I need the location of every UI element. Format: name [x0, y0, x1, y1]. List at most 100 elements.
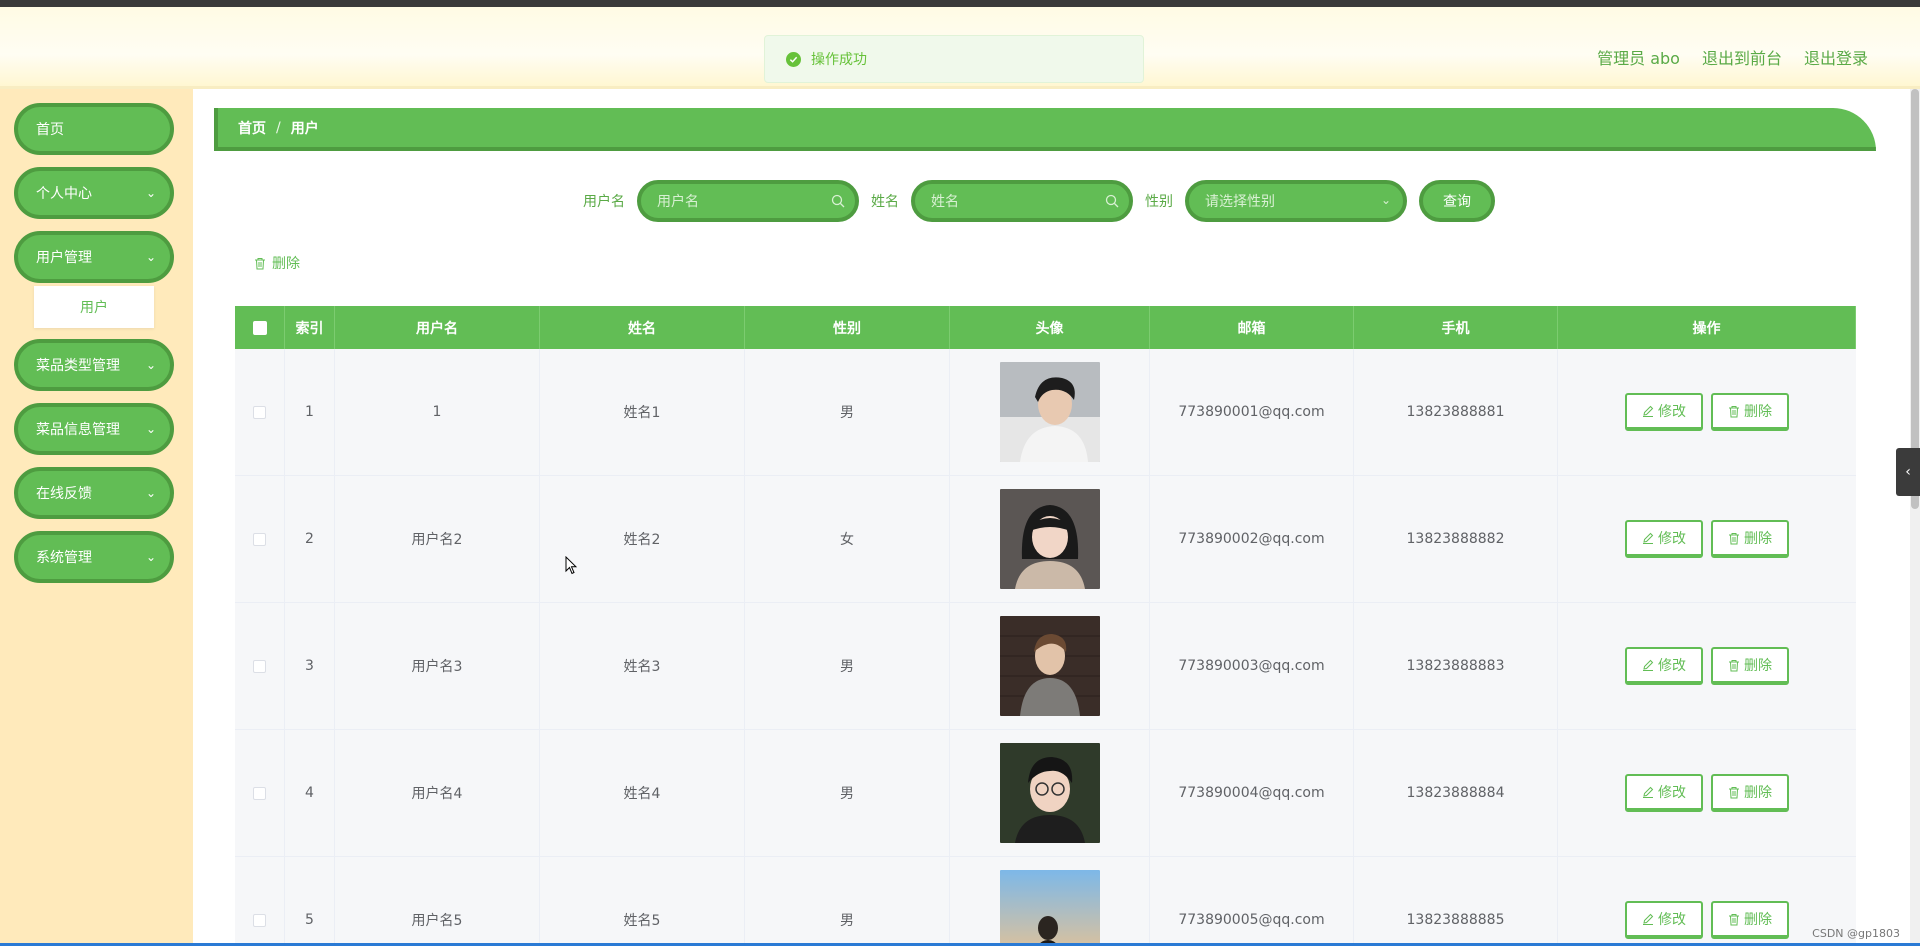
sidebar-item-label: 系统管理: [36, 550, 92, 566]
sidebar-item-label: 菜品类型管理: [36, 358, 120, 374]
edit-icon: [1643, 659, 1654, 671]
cell-actions: 修改 删除: [1558, 476, 1856, 602]
column-header: 头像: [950, 306, 1150, 349]
cell-email: 773890004@qq.com: [1150, 730, 1354, 856]
sidebar-item-label: 个人中心: [36, 186, 92, 202]
sidebar-item-label: 首页: [36, 122, 64, 138]
row-select-cell: [235, 857, 285, 946]
row-checkbox[interactable]: [253, 532, 266, 546]
sidebar-subitem-user[interactable]: 用户: [34, 286, 154, 328]
edit-icon: [1643, 405, 1654, 417]
edit-button[interactable]: 修改: [1625, 901, 1703, 939]
username-search-input[interactable]: 用户名: [637, 180, 859, 222]
column-header: 性别: [745, 306, 950, 349]
table-row: 1 1 姓名1 男 773890001@qq.com 13823888881 修…: [235, 349, 1856, 476]
row-checkbox[interactable]: [253, 405, 266, 419]
delete-button[interactable]: 删除: [1711, 520, 1789, 558]
cell-phone: 13823888885: [1354, 857, 1558, 946]
breadcrumb-home[interactable]: 首页: [238, 118, 266, 138]
admin-user-link[interactable]: 管理员 abo: [1597, 45, 1680, 69]
cell-avatar: [950, 349, 1150, 475]
cell-email: 773890002@qq.com: [1150, 476, 1354, 602]
back-to-frontend-link[interactable]: 退出到前台: [1702, 45, 1782, 69]
row-select-cell: [235, 349, 285, 475]
chevron-down-icon: ⌄: [1380, 193, 1391, 207]
breadcrumb-separator: /: [276, 119, 281, 136]
delete-button[interactable]: 删除: [1711, 393, 1789, 431]
row-checkbox[interactable]: [253, 786, 266, 800]
cell-username: 用户名5: [335, 857, 540, 946]
page-scrollbar[interactable]: [1910, 89, 1920, 946]
row-checkbox[interactable]: [253, 659, 266, 673]
cell-name: 姓名2: [540, 476, 745, 602]
select-all-cell: [235, 306, 285, 349]
edit-button[interactable]: 修改: [1625, 774, 1703, 812]
delete-label: 删除: [1744, 912, 1772, 928]
check-circle-icon: [786, 51, 801, 67]
edit-label: 修改: [1658, 658, 1686, 674]
collapse-panel-tab[interactable]: ‹: [1896, 448, 1920, 496]
delete-button[interactable]: 删除: [1711, 901, 1789, 939]
cell-phone: 13823888882: [1354, 476, 1558, 602]
sidebar-item-dish-info-management[interactable]: 菜品信息管理 ⌄: [14, 403, 174, 455]
mouse-cursor-icon: [565, 556, 577, 575]
cell-avatar: [950, 603, 1150, 729]
avatar: [999, 362, 1100, 462]
cell-avatar: [950, 857, 1150, 946]
cell-actions: 修改 删除: [1558, 349, 1856, 475]
scrollbar-thumb[interactable]: [1911, 89, 1919, 509]
cell-index: 1: [285, 349, 335, 475]
row-select-cell: [235, 730, 285, 856]
search-icon: [831, 194, 845, 208]
column-header: 操作: [1558, 306, 1856, 349]
sidebar-item-online-feedback[interactable]: 在线反馈 ⌄: [14, 467, 174, 519]
avatar: [999, 870, 1100, 946]
cell-name: 姓名4: [540, 730, 745, 856]
delete-button[interactable]: 删除: [1711, 774, 1789, 812]
cell-username: 用户名4: [335, 730, 540, 856]
edit-button[interactable]: 修改: [1625, 393, 1703, 431]
sidebar-item-user-management[interactable]: 用户管理 ⌄: [14, 231, 174, 283]
sidebar-item-system-management[interactable]: 系统管理 ⌄: [14, 531, 174, 583]
username-placeholder: 用户名: [657, 194, 699, 210]
sidebar-item-dish-type-management[interactable]: 菜品类型管理 ⌄: [14, 339, 174, 391]
query-button[interactable]: 查询: [1419, 180, 1495, 222]
column-header: 邮箱: [1150, 306, 1354, 349]
chevron-down-icon: ⌄: [145, 422, 156, 436]
breadcrumb-current: 用户: [290, 120, 319, 137]
cell-email: 773890001@qq.com: [1150, 349, 1354, 475]
row-checkbox[interactable]: [253, 913, 266, 927]
cell-actions: 修改 删除: [1558, 603, 1856, 729]
edit-label: 修改: [1658, 912, 1686, 928]
select-all-checkbox[interactable]: [252, 320, 267, 335]
logout-link[interactable]: 退出登录: [1804, 45, 1868, 69]
cell-gender: 男: [745, 857, 950, 946]
table-row: 5 用户名5 姓名5 男 773890005@qq.com 1382388888…: [235, 857, 1856, 946]
sidebar-item-personal-center[interactable]: 个人中心 ⌄: [14, 167, 174, 219]
trash-icon: [1729, 786, 1739, 798]
batch-delete-button[interactable]: 删除: [254, 253, 300, 273]
delete-button[interactable]: 删除: [1711, 647, 1789, 685]
name-search-input[interactable]: 姓名: [911, 180, 1133, 222]
delete-label: 删除: [1744, 404, 1772, 420]
cell-phone: 13823888881: [1354, 349, 1558, 475]
sidebar: 首页 个人中心 ⌄ 用户管理 ⌄ 用户 菜品类型管理 ⌄ 菜品信息管理 ⌄ 在线…: [0, 89, 193, 946]
edit-icon: [1643, 532, 1654, 544]
cell-index: 5: [285, 857, 335, 946]
cell-index: 3: [285, 603, 335, 729]
cell-phone: 13823888883: [1354, 603, 1558, 729]
table-body: 1 1 姓名1 男 773890001@qq.com 13823888881 修…: [235, 349, 1856, 946]
sidebar-item-home[interactable]: 首页: [14, 103, 174, 155]
search-icon: [1105, 194, 1119, 208]
gender-select[interactable]: 请选择性别 ⌄: [1185, 180, 1407, 222]
cell-username: 用户名2: [335, 476, 540, 602]
cell-email: 773890003@qq.com: [1150, 603, 1354, 729]
column-header: 手机: [1354, 306, 1558, 349]
edit-button[interactable]: 修改: [1625, 520, 1703, 558]
user-table: 索引 用户名 姓名 性别 头像 邮箱 手机 操作 1 1 姓名1 男 77389…: [235, 306, 1856, 946]
cell-avatar: [950, 476, 1150, 602]
watermark: CSDN @gp1803: [1812, 927, 1900, 940]
edit-button[interactable]: 修改: [1625, 647, 1703, 685]
edit-icon: [1643, 913, 1654, 925]
chevron-down-icon: ⌄: [145, 186, 156, 200]
